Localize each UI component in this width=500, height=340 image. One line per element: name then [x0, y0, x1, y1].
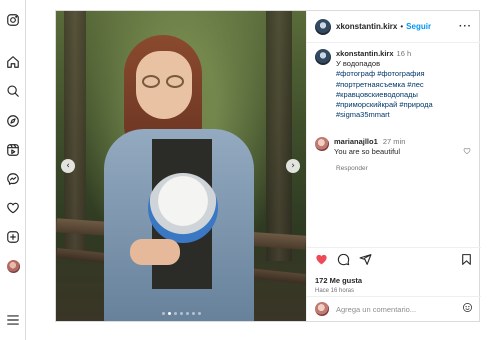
like-icon[interactable]	[315, 253, 328, 271]
commenter-username[interactable]: marianajllo1	[334, 137, 378, 146]
instagram-icon[interactable]	[5, 12, 21, 28]
commenter-avatar[interactable]	[315, 137, 329, 151]
carousel-dot	[185, 312, 189, 315]
create-icon[interactable]	[5, 229, 21, 245]
post-actions: 172 Me gusta Hace 16 horas	[307, 247, 481, 294]
post-header: xkonstantin.kirx • Seguir ···	[307, 11, 480, 43]
comment-icon[interactable]	[337, 253, 350, 271]
save-icon[interactable]	[460, 253, 473, 271]
caption-username[interactable]: xkonstantin.kirx	[336, 49, 394, 58]
carousel-dot	[179, 312, 183, 315]
share-icon[interactable]	[359, 253, 372, 271]
carousel-dot	[161, 312, 165, 315]
photo-shirt-print	[148, 173, 218, 243]
carousel-prev-button[interactable]: ‹	[61, 159, 75, 173]
reels-icon[interactable]	[5, 142, 21, 158]
comment-like-icon[interactable]	[463, 147, 471, 155]
photo-tree	[266, 11, 292, 261]
post-side-panel: xkonstantin.kirx • Seguir ··· xkonstanti…	[306, 11, 481, 321]
photo-tree	[64, 11, 86, 251]
hashtag-line[interactable]: #приморскийкрай #природа	[336, 100, 475, 110]
messenger-icon[interactable]	[5, 171, 21, 187]
carousel-dot	[167, 312, 171, 315]
search-icon[interactable]	[5, 83, 21, 99]
comment-item: marianajllo1 27 min You are so beautiful…	[315, 137, 475, 174]
hashtag-line[interactable]: #кравцовскиеводопады	[336, 90, 475, 100]
comment-input[interactable]: Agrega un comentario...	[336, 305, 462, 314]
emoji-icon[interactable]	[462, 300, 473, 318]
follow-button[interactable]: Seguir	[406, 22, 431, 31]
post-dialog: ‹ › xkonstantin.kirx • Seguir ··· xkonst…	[55, 10, 481, 322]
add-comment-bar: Agrega un comentario...	[307, 296, 481, 321]
carousel-dot	[191, 312, 195, 315]
caption-text: У водопадов	[336, 59, 381, 69]
caption-time: 16 h	[396, 49, 412, 58]
profile-avatar[interactable]	[5, 258, 21, 274]
hashtag-line[interactable]: #фотограф #фотография	[336, 69, 475, 79]
comment-text: You are so beautiful	[334, 147, 401, 156]
hashtag-line[interactable]: #sigma35mmart	[336, 110, 475, 120]
current-user-avatar	[315, 302, 329, 316]
caption-author-avatar[interactable]	[315, 49, 331, 65]
explore-icon[interactable]	[5, 113, 21, 129]
post-caption: xkonstantin.kirx 16 h У водопадов #фотогр…	[315, 49, 475, 120]
photo-glasses	[142, 75, 186, 89]
avatar	[6, 259, 20, 273]
photo-hand	[130, 239, 180, 265]
reply-button[interactable]: Responder	[336, 164, 475, 174]
post-timestamp: Hace 16 horas	[315, 288, 355, 294]
likes-count[interactable]: 172 Me gusta	[315, 276, 473, 285]
post-photo[interactable]: ‹ ›	[56, 11, 306, 321]
menu-icon[interactable]	[5, 312, 21, 328]
home-icon[interactable]	[5, 54, 21, 70]
separator-dot: •	[400, 22, 404, 31]
more-options-icon[interactable]: ···	[459, 21, 472, 32]
carousel-dot	[173, 312, 177, 315]
caption-hashtags: #фотограф #фотография #портретнаясъемка …	[336, 69, 475, 120]
carousel-dot	[197, 312, 201, 315]
author-avatar[interactable]	[315, 18, 331, 35]
carousel-next-button[interactable]: ›	[286, 159, 300, 173]
hashtag-line[interactable]: #портретнаясъемка #лес	[336, 80, 475, 90]
carousel-indicator	[56, 312, 306, 315]
comment-time: 27 min	[382, 137, 406, 146]
notifications-icon[interactable]	[5, 200, 21, 216]
left-nav	[0, 0, 26, 340]
author-username[interactable]: xkonstantin.kirx	[336, 22, 397, 31]
